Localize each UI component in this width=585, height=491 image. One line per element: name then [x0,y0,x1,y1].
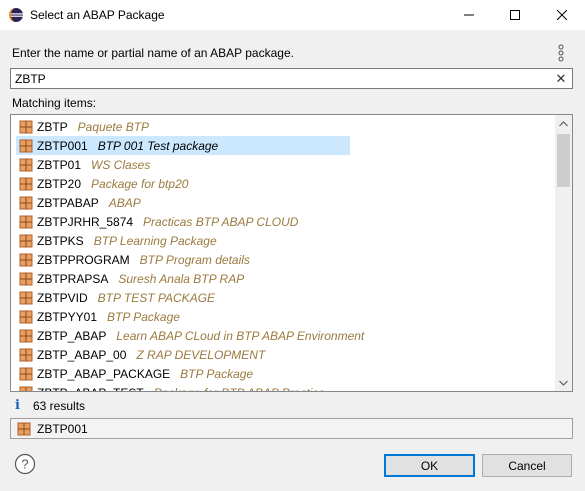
package-icon [19,367,33,380]
scroll-down-button[interactable] [555,374,572,391]
search-input[interactable] [15,71,545,86]
package-description: Paquete BTP [77,119,150,134]
list-item[interactable]: ZBTP Paquete BTP [11,117,554,136]
package-description: BTP TEST PACKAGE [97,290,216,305]
package-icon [19,158,33,171]
package-icon [19,177,33,190]
package-name: ZBTPYY01 [37,309,98,324]
window-title: Select an ABAP Package [30,8,165,22]
package-icon [17,422,31,435]
matching-items-label: Matching items: [12,96,97,110]
package-description: Suresh Anala BTP RAP [118,271,245,286]
list-item[interactable]: ZBTPABAP ABAP [11,193,554,212]
list-item[interactable]: ZBTPVID BTP TEST PACKAGE [11,288,554,307]
package-description: BTP 001 Test package [97,138,219,153]
package-name: ZBTP01 [37,157,82,172]
package-name: ZBTP [37,119,68,134]
svg-text:?: ? [21,457,28,472]
chevron-down-icon [559,380,568,386]
package-icon [19,215,33,228]
results-count: 63 results [33,399,86,413]
package-description: Package for BTP ABAP Practice [154,386,325,392]
package-description: Practicas BTP ABAP CLOUD [143,214,299,229]
list-items: ZBTP Paquete BTP ZBTP001 BTP 001 Test packa… [11,117,554,392]
list-item[interactable]: ZBTPYY01 BTP Package [11,307,554,326]
clear-icon[interactable]: ✕ [555,72,567,85]
package-name: ZBTPJRHR_5874 [37,214,134,229]
package-description: BTP Program details [139,252,250,267]
chevron-up-icon [559,120,568,126]
package-name: ZBTPKS [37,233,84,248]
package-name: ZBTPVID [37,290,88,305]
scroll-thumb[interactable] [557,134,570,187]
package-name: ZBTP_ABAP [37,328,107,343]
title-bar: Select an ABAP Package [0,0,585,30]
package-name: ZBTPRAPSA [37,271,109,286]
package-name: ZBTPABAP [37,195,99,210]
maximize-button[interactable] [492,0,538,30]
package-description: BTP Learning Package [93,233,217,248]
instruction-text: Enter the name or partial name of an ABA… [12,46,294,60]
package-name: ZBTP_ABAP_00 [37,347,127,362]
package-name: ZBTPPROGRAM [37,252,130,267]
list-item[interactable]: ZBTP_ABAP_PACKAGE BTP Package [11,364,554,383]
list-item[interactable]: ZBTPJRHR_5874 Practicas BTP ABAP CLOUD [11,212,554,231]
package-icon [19,348,33,361]
list-item[interactable]: ZBTP_ABAP Learn ABAP CLoud in BTP ABAP En… [11,326,554,345]
package-icon [19,310,33,323]
minimize-button[interactable] [446,0,492,30]
package-search-field[interactable]: ✕ [10,68,573,89]
package-description: WS Clases [91,157,151,172]
maximize-icon [510,10,520,20]
close-button[interactable] [539,0,585,30]
package-icon [19,253,33,266]
selected-package-name: ZBTP001 [37,421,88,436]
package-icon [19,329,33,342]
vertical-scrollbar[interactable] [555,115,572,391]
package-description: BTP Package [107,309,180,324]
package-description: Learn ABAP CLoud in BTP ABAP Environment [116,328,365,343]
package-icon [19,234,33,247]
package-description: ABAP [108,195,141,210]
package-description: BTP Package [180,366,254,381]
list-item[interactable]: ZBTPRAPSA Suresh Anala BTP RAP [11,269,554,288]
minimize-icon [464,14,474,16]
package-name: ZBTP_ABAP_PACKAGE [37,366,171,381]
package-name: ZBTP001 [37,138,88,153]
help-icon[interactable]: ? [14,453,36,475]
package-name: ZBTP_ABAP_TEST [37,386,144,392]
package-icon [19,272,33,285]
package-name: ZBTP20 [37,176,82,191]
list-item[interactable]: ZBTP_ABAP_00 Z RAP DEVELOPMENT [11,345,554,364]
list-item[interactable]: ZBTP20 Package for btp20 [11,174,554,193]
list-item[interactable]: ZBTP001 BTP 001 Test package [11,136,554,155]
package-icon [19,120,33,133]
package-icon [19,386,33,391]
view-menu-icon[interactable] [556,44,566,62]
package-description: Package for btp20 [91,176,189,191]
cancel-button[interactable]: Cancel [482,454,572,477]
close-icon [557,10,567,20]
package-icon [19,291,33,304]
scroll-up-button[interactable] [555,115,572,132]
matching-items-list[interactable]: ZBTP Paquete BTP ZBTP001 BTP 001 Test packa… [10,114,573,392]
info-icon: i [15,398,20,413]
package-icon [19,196,33,209]
list-item[interactable]: ZBTP_ABAP_TEST Package for BTP ABAP Pract… [11,383,554,392]
eclipse-icon [9,8,23,22]
list-item[interactable]: ZBTP01 WS Clases [11,155,554,174]
selected-package-detail: ZBTP001 [10,418,573,439]
package-description: Z RAP DEVELOPMENT [136,347,266,362]
package-icon [19,139,33,152]
list-item[interactable]: ZBTPPROGRAM BTP Program details [11,250,554,269]
list-item[interactable]: ZBTPKS BTP Learning Package [11,231,554,250]
ok-button[interactable]: OK [384,454,475,477]
